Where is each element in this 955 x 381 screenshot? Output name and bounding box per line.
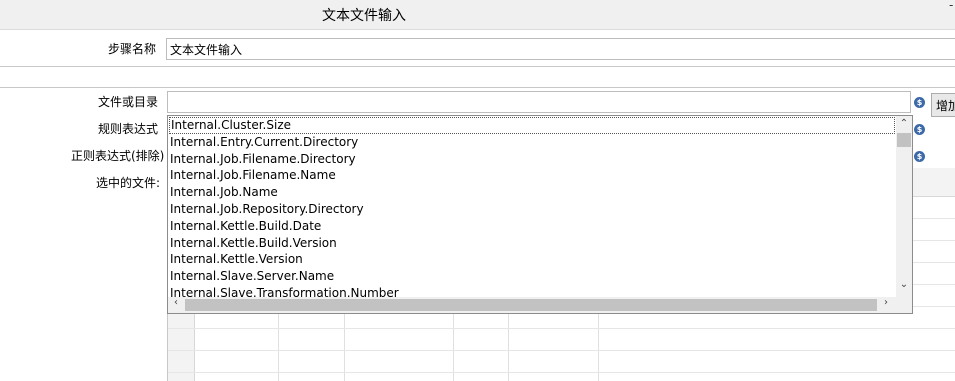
- step-name-input[interactable]: 文本文件输入: [166, 38, 955, 60]
- chevron-left-icon[interactable]: ‹: [168, 297, 184, 308]
- list-item[interactable]: Internal.Job.Filename.Name: [168, 167, 896, 184]
- list-item[interactable]: Internal.Kettle.Build.Date: [168, 218, 896, 235]
- list-item[interactable]: Internal.Kettle.Build.Version: [168, 235, 896, 252]
- divider: [0, 87, 955, 88]
- list-item[interactable]: Internal.Entry.Current.Directory: [168, 134, 896, 151]
- row-divider: [168, 328, 955, 329]
- chevron-down-icon[interactable]: ⌄: [896, 279, 912, 290]
- divider: [0, 66, 955, 67]
- step-name-label: 步骤名称: [108, 42, 157, 56]
- list-item[interactable]: Internal.Slave.Transformation.Number: [168, 285, 896, 297]
- scrollbar-corner: [896, 297, 912, 313]
- file-or-directory-input[interactable]: [167, 91, 911, 113]
- window-titlebar: 文本文件输入 -: [0, 0, 955, 30]
- chevron-up-icon[interactable]: ⌃: [896, 118, 912, 129]
- dollar-variable-icon[interactable]: $: [914, 151, 925, 162]
- variable-autocomplete-dropdown[interactable]: Internal.Cluster.Size Internal.Entry.Cur…: [167, 115, 913, 314]
- add-button[interactable]: 增加: [931, 93, 955, 117]
- selected-files-label: 选中的文件:: [96, 176, 161, 190]
- row-divider: [168, 350, 955, 351]
- dollar-variable-icon[interactable]: $: [914, 124, 925, 135]
- row-divider: [168, 372, 955, 373]
- list-item[interactable]: Internal.Job.Name: [168, 184, 896, 201]
- scrollbar-thumb[interactable]: [185, 299, 877, 311]
- list-item[interactable]: Internal.Job.Filename.Directory: [168, 151, 896, 168]
- regex-label: 规则表达式: [98, 122, 159, 136]
- minimize-button[interactable]: -: [949, 0, 953, 12]
- scrollbar-thumb[interactable]: [897, 133, 911, 147]
- chevron-right-icon[interactable]: ›: [878, 297, 894, 308]
- variable-list[interactable]: Internal.Cluster.Size Internal.Entry.Cur…: [168, 116, 896, 297]
- horizontal-scrollbar[interactable]: ‹ ›: [168, 297, 896, 313]
- regex-exclude-label: 正则表达式(排除): [71, 149, 165, 163]
- file-or-directory-label: 文件或目录: [98, 95, 159, 109]
- list-item[interactable]: Internal.Job.Repository.Directory: [168, 201, 896, 218]
- dollar-variable-icon[interactable]: $: [914, 97, 925, 108]
- list-item[interactable]: Internal.Kettle.Version: [168, 251, 896, 268]
- list-item[interactable]: Internal.Cluster.Size: [169, 117, 895, 134]
- vertical-scrollbar[interactable]: ⌃ ⌄: [896, 116, 912, 297]
- window-title: 文本文件输入: [322, 8, 406, 24]
- list-item[interactable]: Internal.Slave.Server.Name: [168, 268, 896, 285]
